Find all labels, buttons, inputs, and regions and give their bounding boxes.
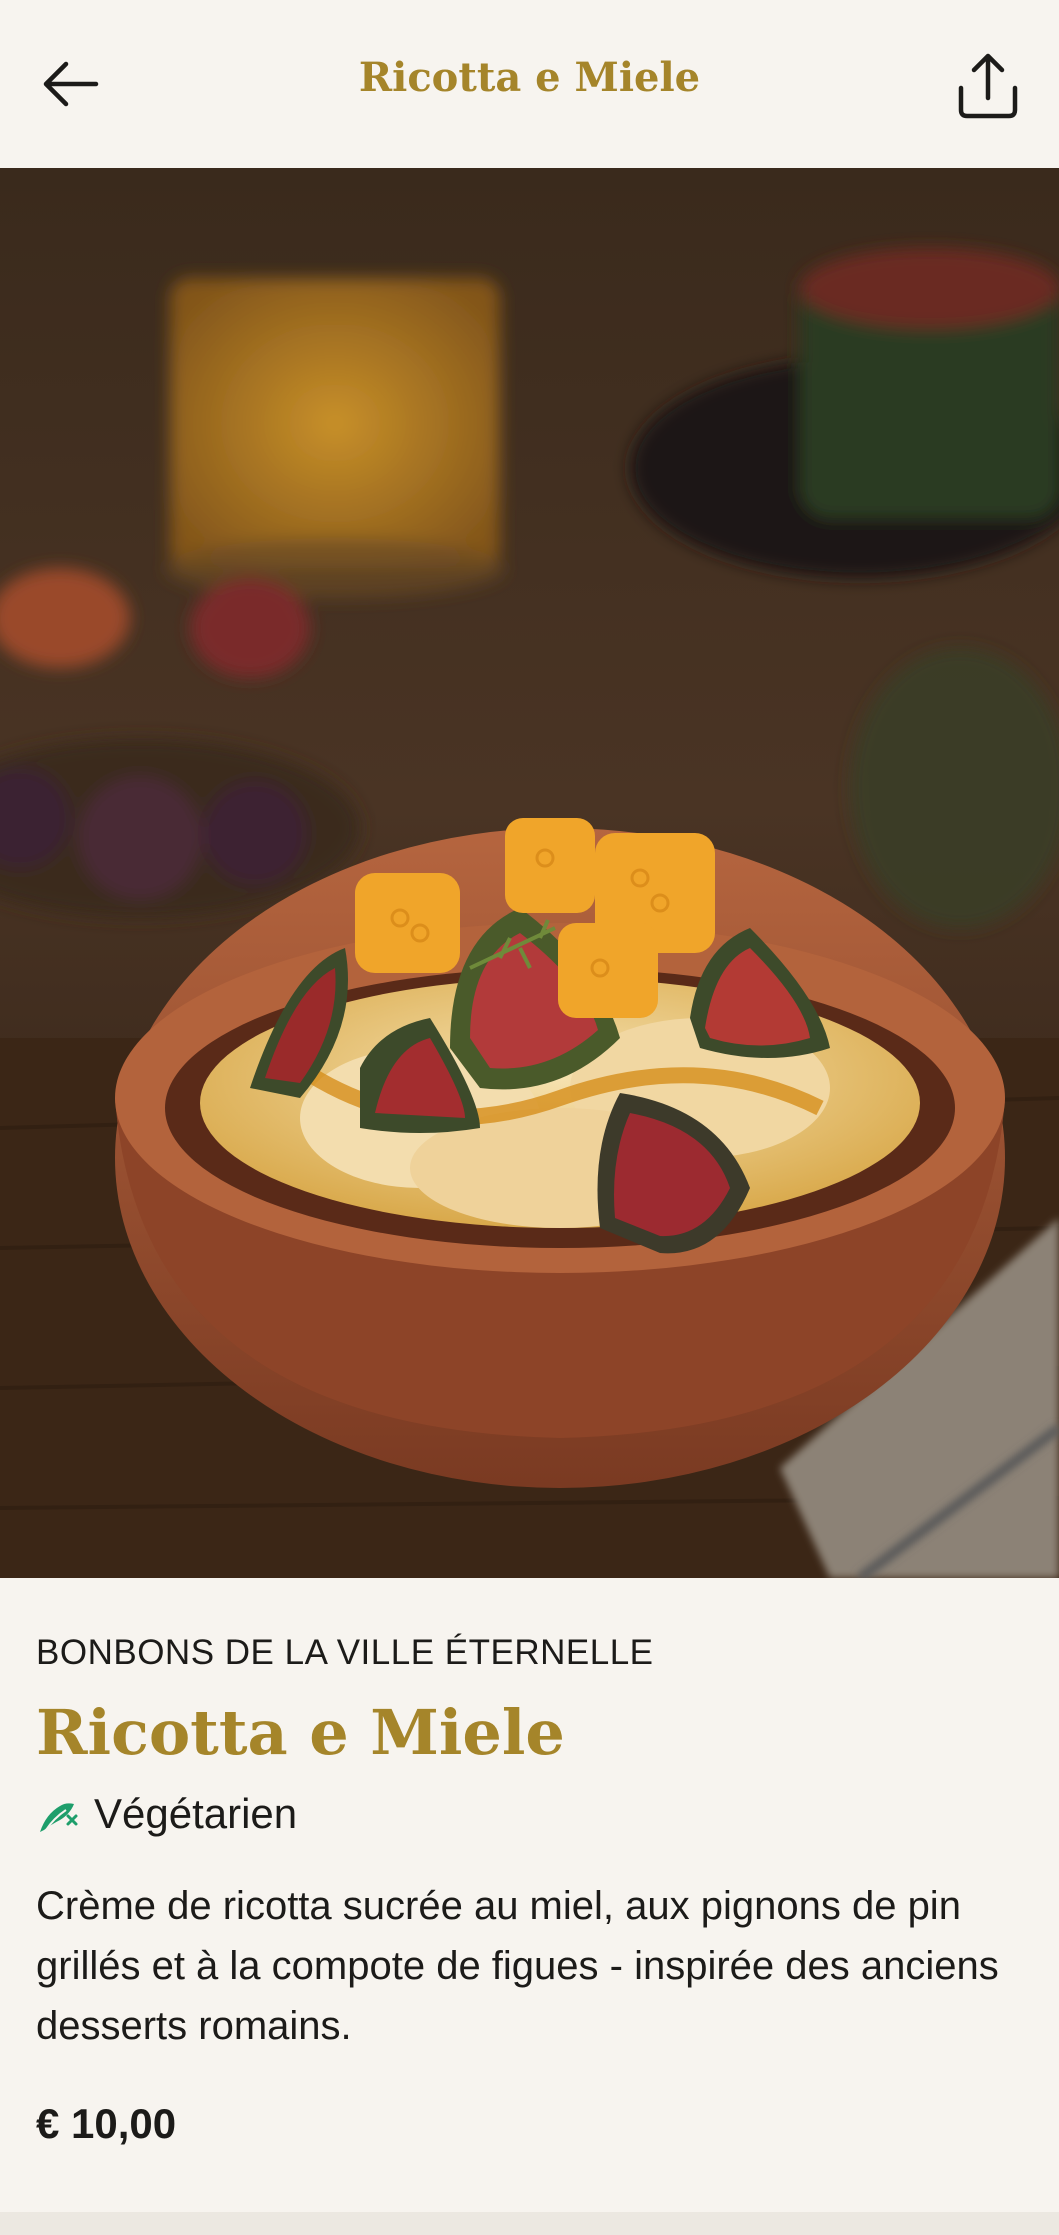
dish-description: Crème de ricotta sucrée au miel, aux pig… <box>36 1884 999 2048</box>
dish-name: Ricotta e Miele <box>36 1696 565 1769</box>
top-app-bar: Ricotta e Miele <box>0 0 1059 168</box>
diet-tag: Végétarien <box>36 1790 297 1838</box>
dish-photo <box>0 168 1059 1578</box>
category-label: BONBONS DE LA VILLE ÉTERNELLE <box>36 1633 654 1672</box>
share-icon <box>958 53 1018 119</box>
share-button[interactable] <box>951 48 1025 124</box>
vegetarian-icon <box>40 1803 78 1832</box>
dish-price: € 10,00 <box>36 2100 177 2147</box>
page-title: Ricotta e Miele <box>358 54 701 101</box>
bottom-divider <box>0 2212 1059 2235</box>
diet-label: Végétarien <box>94 1790 298 1837</box>
